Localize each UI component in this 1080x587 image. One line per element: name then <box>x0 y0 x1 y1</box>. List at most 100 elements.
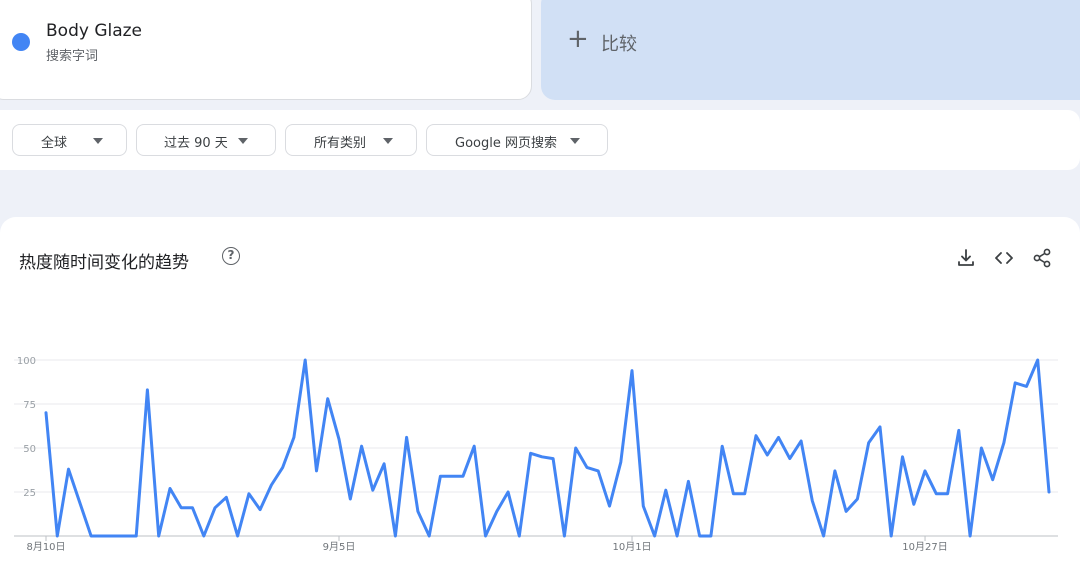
data-point[interactable] <box>527 449 535 457</box>
data-point[interactable] <box>346 495 354 503</box>
search-term-card[interactable]: Body Glaze 搜索字词 <box>0 0 532 100</box>
data-point[interactable] <box>684 477 692 485</box>
data-point[interactable] <box>222 493 230 501</box>
search-type-filter-dropdown[interactable]: Google 网页搜索 <box>426 124 608 156</box>
data-point[interactable] <box>899 453 907 461</box>
data-point[interactable] <box>989 476 997 484</box>
data-point[interactable] <box>53 532 61 540</box>
data-point[interactable] <box>673 532 681 540</box>
data-point[interactable] <box>132 532 140 540</box>
data-point[interactable] <box>628 367 636 375</box>
data-point[interactable] <box>290 433 298 441</box>
data-point[interactable] <box>65 465 73 473</box>
data-point[interactable] <box>110 532 118 540</box>
data-point[interactable] <box>189 504 197 512</box>
data-point[interactable] <box>76 499 84 507</box>
data-point[interactable] <box>335 435 343 443</box>
data-point[interactable] <box>403 433 411 441</box>
data-point[interactable] <box>729 490 737 498</box>
data-point[interactable] <box>313 467 321 475</box>
data-point[interactable] <box>932 490 940 498</box>
data-point[interactable] <box>876 423 884 431</box>
compare-button[interactable]: + 比较 <box>541 0 1080 100</box>
data-point[interactable] <box>324 395 332 403</box>
data-point[interactable] <box>42 409 50 417</box>
data-point[interactable] <box>380 460 388 468</box>
data-point[interactable] <box>741 490 749 498</box>
data-point[interactable] <box>1023 382 1031 390</box>
data-point[interactable] <box>425 532 433 540</box>
time-range-filter-dropdown[interactable]: 过去 90 天 <box>136 124 276 156</box>
data-point[interactable] <box>279 463 287 471</box>
plus-icon: + <box>567 24 589 54</box>
data-point[interactable] <box>707 532 715 540</box>
data-point[interactable] <box>966 532 974 540</box>
data-point[interactable] <box>234 532 242 540</box>
data-point[interactable] <box>121 532 129 540</box>
data-point[interactable] <box>560 532 568 540</box>
data-point[interactable] <box>572 444 580 452</box>
data-point[interactable] <box>414 507 422 515</box>
data-point[interactable] <box>448 472 456 480</box>
data-point[interactable] <box>944 490 952 498</box>
data-point[interactable] <box>594 467 602 475</box>
data-point[interactable] <box>245 490 253 498</box>
data-point[interactable] <box>1034 356 1042 364</box>
data-point[interactable] <box>718 442 726 450</box>
data-point[interactable] <box>651 532 659 540</box>
data-point[interactable] <box>752 432 760 440</box>
data-point[interactable] <box>955 426 963 434</box>
data-point[interactable] <box>166 485 174 493</box>
data-point[interactable] <box>211 504 219 512</box>
data-point[interactable] <box>459 472 467 480</box>
data-point[interactable] <box>200 532 208 540</box>
data-point[interactable] <box>606 502 614 510</box>
data-point[interactable] <box>583 463 591 471</box>
data-point[interactable] <box>301 356 309 364</box>
data-point[interactable] <box>763 451 771 459</box>
data-point[interactable] <box>696 532 704 540</box>
data-point[interactable] <box>786 455 794 463</box>
y-tick-label: 25 <box>23 488 36 499</box>
data-point[interactable] <box>436 472 444 480</box>
data-point[interactable] <box>369 486 377 494</box>
data-point[interactable] <box>1011 379 1019 387</box>
data-point[interactable] <box>977 444 985 452</box>
data-point[interactable] <box>1000 439 1008 447</box>
data-point[interactable] <box>853 495 861 503</box>
data-point[interactable] <box>549 455 557 463</box>
data-point[interactable] <box>797 437 805 445</box>
data-point[interactable] <box>831 467 839 475</box>
data-point[interactable] <box>538 453 546 461</box>
data-point[interactable] <box>358 442 366 450</box>
data-point[interactable] <box>662 486 670 494</box>
data-point[interactable] <box>482 532 490 540</box>
data-point[interactable] <box>921 467 929 475</box>
data-point[interactable] <box>808 497 816 505</box>
data-point[interactable] <box>639 502 647 510</box>
data-point[interactable] <box>617 458 625 466</box>
data-point[interactable] <box>515 532 523 540</box>
category-filter-dropdown[interactable]: 所有类别 <box>285 124 417 156</box>
data-point[interactable] <box>98 532 106 540</box>
search-term-name[interactable]: Body Glaze <box>46 21 142 41</box>
filter-bar: 全球 过去 90 天 所有类别 Google 网页搜索 <box>0 110 1080 170</box>
data-point[interactable] <box>256 506 264 514</box>
data-point[interactable] <box>910 500 918 508</box>
data-point[interactable] <box>155 532 163 540</box>
data-point[interactable] <box>267 481 275 489</box>
region-filter-dropdown[interactable]: 全球 <box>12 124 127 156</box>
data-point[interactable] <box>1045 488 1053 496</box>
data-point[interactable] <box>504 488 512 496</box>
data-point[interactable] <box>865 439 873 447</box>
data-point[interactable] <box>470 442 478 450</box>
data-point[interactable] <box>143 386 151 394</box>
data-point[interactable] <box>493 507 501 515</box>
data-point[interactable] <box>820 532 828 540</box>
data-point[interactable] <box>87 532 95 540</box>
data-point[interactable] <box>842 507 850 515</box>
data-point[interactable] <box>177 504 185 512</box>
data-point[interactable] <box>887 532 895 540</box>
data-point[interactable] <box>391 532 399 540</box>
data-point[interactable] <box>775 433 783 441</box>
